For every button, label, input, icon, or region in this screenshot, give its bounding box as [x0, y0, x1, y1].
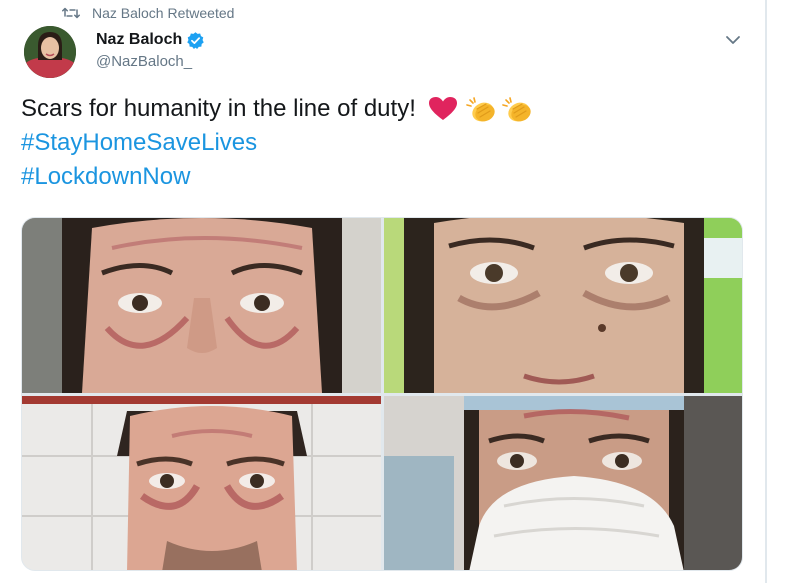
clapping-hands-icon: [464, 96, 496, 122]
retweet-label[interactable]: Naz Baloch Retweeted: [92, 5, 234, 21]
hashtag-link[interactable]: #StayHomeSaveLives: [21, 126, 257, 160]
clapping-hands-icon: [500, 96, 532, 122]
media-photo-2[interactable]: [384, 218, 742, 393]
media-grid: [21, 217, 743, 571]
emoji-group: [428, 96, 536, 122]
tweet-text: Scars for humanity in the line of duty!: [21, 95, 416, 122]
author-block: Naz Baloch @NazBaloch_: [96, 30, 205, 70]
author-handle[interactable]: @NazBaloch_: [96, 53, 205, 70]
author-name[interactable]: Naz Baloch: [96, 31, 182, 49]
retweet-context: Naz Baloch Retweeted: [62, 4, 234, 22]
retweet-icon: [62, 5, 84, 21]
tweet-body: Scars for humanity in the line of duty!: [21, 92, 536, 194]
media-photo-4[interactable]: [384, 396, 742, 570]
verified-badge-icon: [186, 31, 205, 50]
avatar[interactable]: [24, 26, 76, 78]
chevron-down-icon[interactable]: [722, 30, 744, 50]
tweet-card[interactable]: Naz Baloch Retweeted Naz Baloch @NazBalo…: [0, 0, 765, 583]
hashtag-link[interactable]: #LockdownNow: [21, 160, 190, 194]
timeline-divider: [765, 0, 767, 583]
red-heart-icon: [428, 96, 460, 122]
media-photo-1[interactable]: [22, 218, 381, 393]
media-photo-3[interactable]: [22, 396, 381, 570]
